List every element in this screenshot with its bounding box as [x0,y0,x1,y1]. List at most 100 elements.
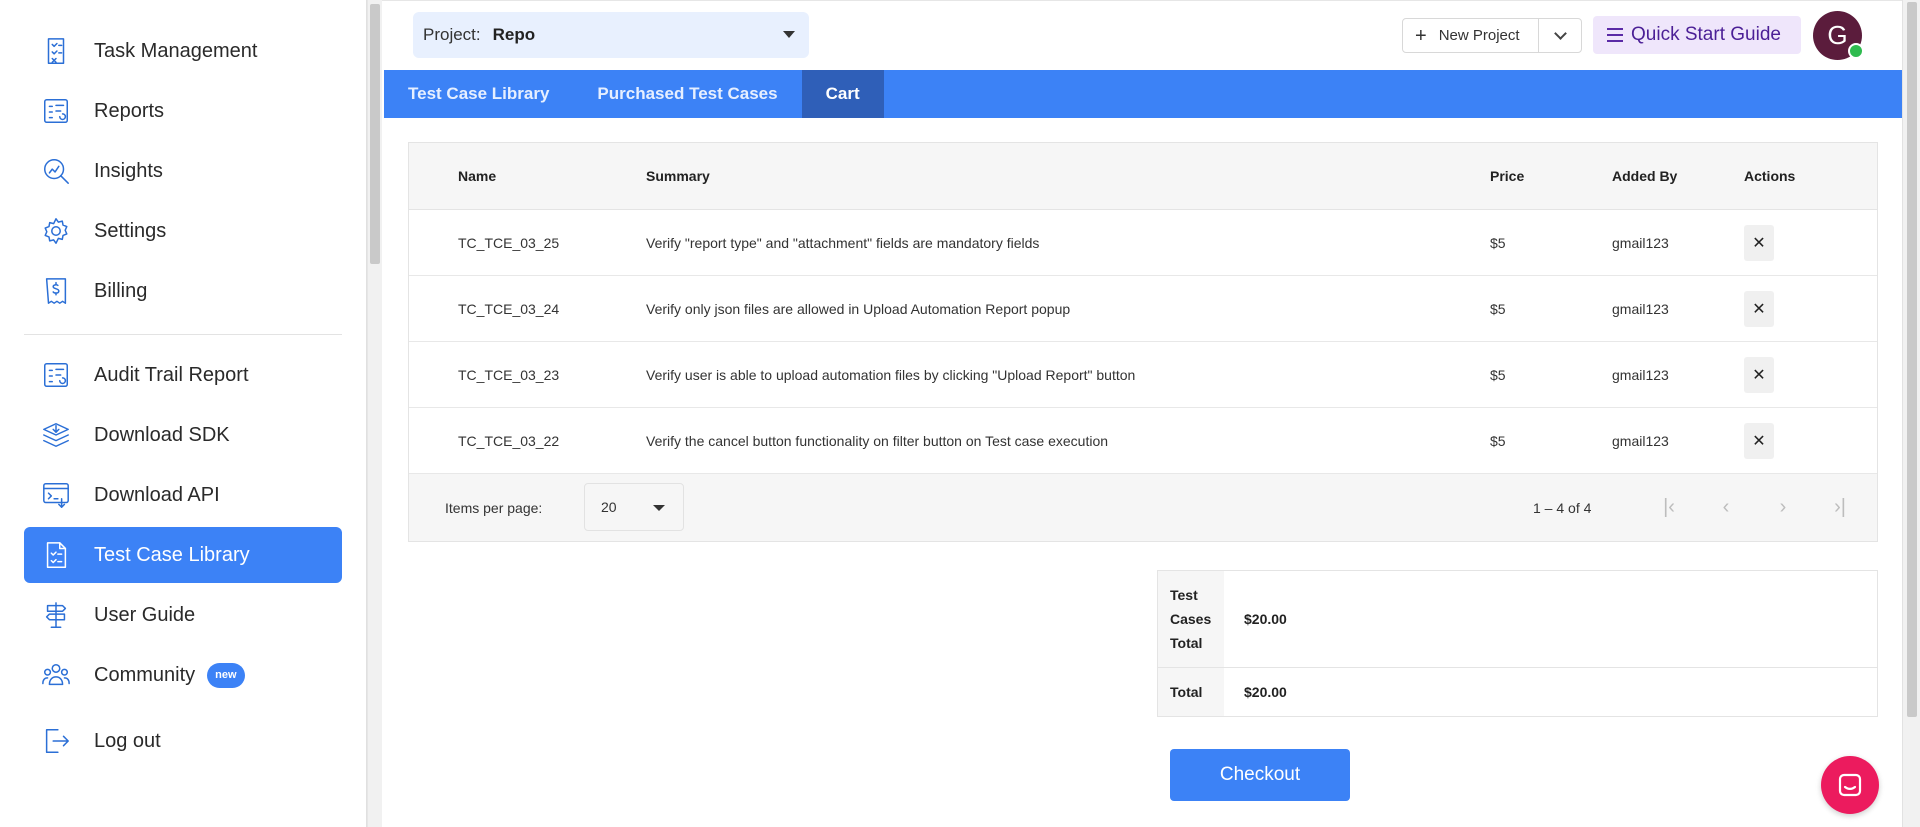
sidebar-item-reports[interactable]: Reports [24,83,342,139]
sidebar-item-audit-trail-report[interactable]: Audit Trail Report [24,347,342,403]
tab-bar: Test Case Library Purchased Test Cases C… [384,70,1902,118]
sidebar-scrollbar-thumb[interactable] [370,4,380,264]
audit-report-icon [40,359,72,391]
remove-from-cart-button[interactable]: ✕ [1744,356,1774,393]
tab-cart[interactable]: Cart [801,70,884,118]
new-project-split-button: + New Project [1402,18,1582,53]
table-header: Name Summary Price Added By Actions [409,143,1877,210]
cell-price: $5 [1490,432,1506,449]
sidebar-item-community[interactable]: Community new [24,647,342,703]
totals-row: Test Cases Total $20.00 [1158,571,1877,668]
cell-summary: Verify only json files are allowed in Up… [646,300,1071,317]
page-range-label: 1 – 4 of 4 [1533,499,1592,516]
sidebar-item-label: Task Management [94,39,258,62]
total-label: Total [1158,668,1224,716]
chat-icon [1838,773,1862,797]
previous-page-button[interactable]: ‹ [1716,495,1736,518]
last-page-button[interactable]: ›| [1830,496,1850,518]
page-scrollbar-thumb[interactable] [1907,2,1917,717]
cell-added-by: gmail123 [1612,366,1669,383]
sidebar: Task Management Reports Insights Setting… [0,0,367,827]
cell-summary: Verify "report type" and "attachment" fi… [646,234,1040,251]
total-value: $20.00 [1244,684,1287,700]
sidebar-item-label: Billing [94,279,148,302]
sidebar-divider [24,334,342,335]
test-cases-total-label: Test Cases Total [1158,571,1224,667]
cart-table: Name Summary Price Added By Actions TC_T… [408,142,1878,542]
task-checklist-icon [40,35,72,67]
sidebar-item-label: Test Case Library [94,543,250,566]
people-group-icon [40,659,72,691]
test-cases-total-value: $20.00 [1244,611,1287,627]
list-icon [1607,28,1623,42]
tab-test-case-library[interactable]: Test Case Library [384,70,573,118]
first-page-button[interactable]: |‹ [1659,495,1679,518]
cell-name: TC_TCE_03_23 [458,366,560,383]
avatar-initial: G [1827,20,1848,50]
sidebar-item-download-sdk[interactable]: Download SDK [24,407,342,463]
caret-down-icon [783,31,795,38]
column-header-added-by: Added By [1612,168,1678,184]
new-project-button[interactable]: + New Project [1403,19,1539,52]
project-select-value: Repo [492,25,536,44]
sidebar-item-label: Community [94,663,196,686]
paginator: Items per page: 20 1 – 4 of 4 |‹ ‹ › ›| [409,474,1877,541]
sidebar-item-user-guide[interactable]: User Guide [24,587,342,643]
cell-price: $5 [1490,366,1506,383]
sidebar-item-test-case-library[interactable]: Test Case Library [24,527,342,583]
chevron-right-icon: › [1779,495,1787,518]
quick-start-guide-label: Quick Start Guide [1631,24,1781,45]
new-badge: new [207,662,245,688]
table-row: TC_TCE_03_22 Verify the cancel button fu… [409,408,1877,474]
sidebar-item-label: Insights [94,159,163,182]
page-size-select[interactable]: 20 [584,483,684,531]
close-icon: ✕ [1752,300,1766,318]
cell-name: TC_TCE_03_24 [458,300,560,317]
page-scrollbar[interactable] [1902,0,1920,827]
sidebar-item-label: Download API [94,483,220,506]
sidebar-item-label: Settings [94,219,167,242]
sidebar-item-insights[interactable]: Insights [24,143,342,199]
sidebar-item-label: User Guide [94,603,196,626]
sidebar-item-label: Download SDK [94,423,230,446]
avatar[interactable]: G [1813,11,1864,60]
page-size-value: 20 [601,499,617,515]
table-row: TC_TCE_03_25 Verify "report type" and "a… [409,210,1877,276]
sidebar-item-billing[interactable]: Billing [24,263,342,319]
logout-icon [40,725,72,757]
next-page-button[interactable]: › [1773,495,1793,518]
chevron-down-icon [1553,27,1567,40]
items-per-page-label: Items per page: [445,499,543,516]
close-icon: ✕ [1752,366,1766,384]
first-page-icon: |‹ [1663,495,1675,518]
remove-from-cart-button[interactable]: ✕ [1744,422,1774,459]
quick-start-guide-button[interactable]: Quick Start Guide [1593,16,1801,54]
project-select[interactable]: Project: Repo [413,12,809,58]
report-chart-icon [40,95,72,127]
chat-launcher-button[interactable] [1821,756,1879,814]
cell-added-by: gmail123 [1612,234,1669,251]
gear-icon [40,215,72,247]
close-icon: ✕ [1752,432,1766,450]
table-row: TC_TCE_03_24 Verify only json files are … [409,276,1877,342]
sidebar-item-settings[interactable]: Settings [24,203,342,259]
column-header-summary: Summary [646,168,710,184]
cell-summary: Verify the cancel button functionality o… [646,432,1109,449]
sidebar-scrollbar[interactable] [367,0,382,827]
chevron-left-icon: ‹ [1722,495,1730,518]
checkout-button[interactable]: Checkout [1170,749,1350,801]
sidebar-item-label: Log out [94,729,161,752]
close-icon: ✕ [1752,234,1766,252]
cell-name: TC_TCE_03_25 [458,234,560,251]
sidebar-item-task-management[interactable]: Task Management [24,23,342,79]
remove-from-cart-button[interactable]: ✕ [1744,290,1774,327]
remove-from-cart-button[interactable]: ✕ [1744,224,1774,261]
cell-added-by: gmail123 [1612,300,1669,317]
test-case-doc-icon [40,539,72,571]
sidebar-item-download-api[interactable]: Download API [24,467,342,523]
new-project-dropdown-button[interactable] [1539,19,1581,52]
sidebar-item-log-out[interactable]: Log out [24,713,342,769]
caret-down-icon [653,505,665,511]
tab-purchased-test-cases[interactable]: Purchased Test Cases [573,70,801,118]
column-header-name: Name [458,168,497,184]
